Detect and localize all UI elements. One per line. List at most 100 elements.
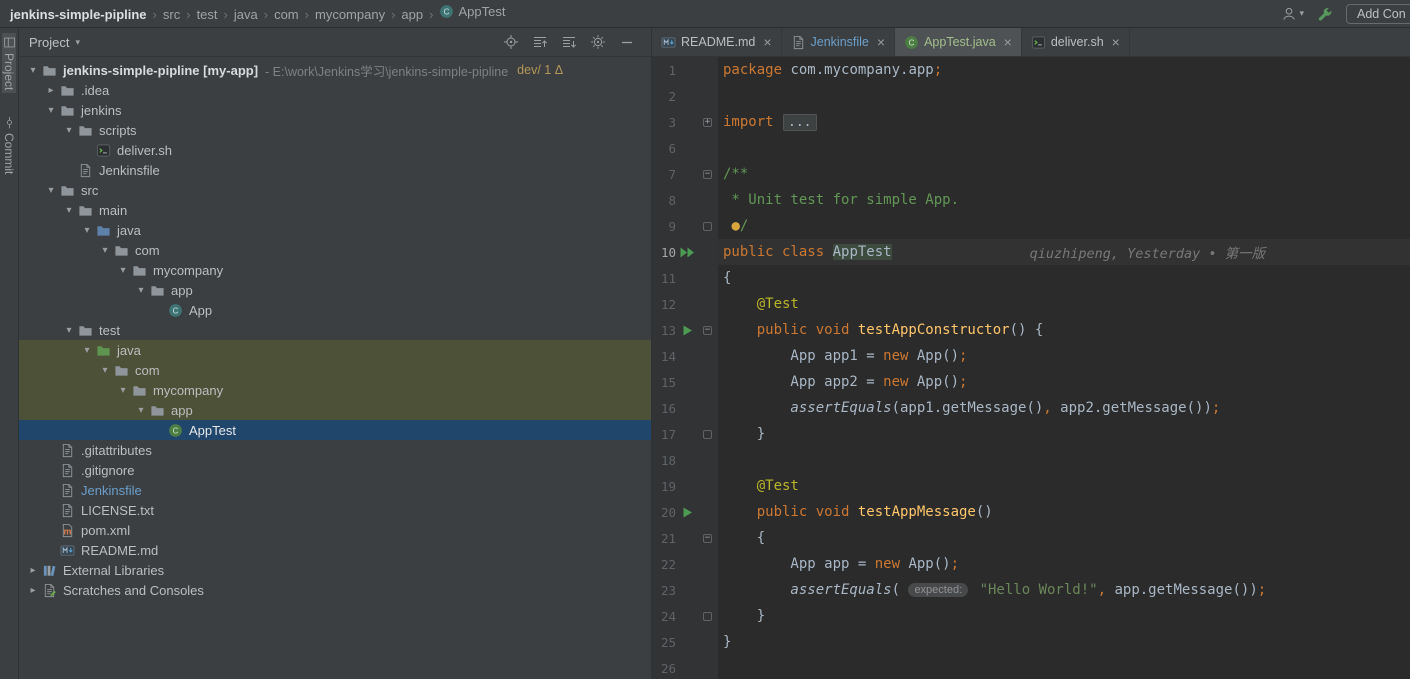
code-line-text[interactable] xyxy=(718,447,1410,473)
chevron-down-icon[interactable]: ▾ xyxy=(97,365,113,376)
tree-row[interactable]: ▸ .idea xyxy=(19,80,651,100)
tree-row[interactable]: ▾ com xyxy=(19,360,651,380)
minus-icon[interactable] xyxy=(619,34,635,50)
expandall-icon[interactable] xyxy=(532,34,548,50)
code-line-text[interactable]: import ... xyxy=(718,109,1410,135)
tree-row[interactable]: Jenkinsfile xyxy=(19,160,651,180)
tree-row[interactable]: m pom.xml xyxy=(19,520,651,540)
line-number[interactable]: 15 xyxy=(652,375,676,390)
folded-region[interactable]: ... xyxy=(783,113,817,131)
fold-plus-icon[interactable]: + xyxy=(699,117,716,127)
wrench-icon[interactable] xyxy=(1317,6,1333,22)
locate-icon[interactable] xyxy=(503,34,519,50)
line-number[interactable]: 20 xyxy=(652,505,676,520)
tree-row[interactable]: ▾ app xyxy=(19,400,651,420)
tree-row[interactable]: C App xyxy=(19,300,651,320)
fold-minus-icon[interactable]: − xyxy=(699,533,716,543)
tree-row[interactable]: ▾ app xyxy=(19,280,651,300)
chevron-down-icon[interactable]: ▾ xyxy=(97,245,113,256)
tree-row[interactable]: ▸ Scratches and Consoles xyxy=(19,580,651,600)
user-menu[interactable]: ▾ xyxy=(1281,6,1304,22)
fold-minus-icon[interactable]: − xyxy=(699,169,716,179)
chevron-down-icon[interactable]: ▾ xyxy=(133,405,149,416)
chevron-down-icon[interactable]: ▾ xyxy=(61,325,77,336)
editor-tab[interactable]: Jenkinsfile × xyxy=(782,28,896,56)
close-icon[interactable]: × xyxy=(1004,35,1012,49)
tree-row[interactable]: README.md xyxy=(19,540,651,560)
line-number[interactable]: 10 xyxy=(652,245,676,260)
code-line-text[interactable]: } xyxy=(718,603,1410,629)
chevron-right-icon[interactable]: ▸ xyxy=(43,85,59,96)
tree-row[interactable]: Jenkinsfile xyxy=(19,480,651,500)
line-number[interactable]: 25 xyxy=(652,635,676,650)
tree-row[interactable]: deliver.sh xyxy=(19,140,651,160)
code-line-text[interactable] xyxy=(718,135,1410,161)
tree-row[interactable]: ▾ java xyxy=(19,220,651,240)
close-icon[interactable]: × xyxy=(763,35,771,49)
line-number[interactable]: 9 xyxy=(652,219,676,234)
code-line-text[interactable]: ● / xyxy=(718,213,1410,239)
close-icon[interactable]: × xyxy=(877,35,885,49)
line-number[interactable]: 22 xyxy=(652,557,676,572)
tree-row[interactable]: ▾ jenkins-simple-pipline [my-app] - E:\wor… xyxy=(19,60,651,80)
chevron-down-icon[interactable]: ▾ xyxy=(79,345,95,356)
tree-row[interactable]: ▸ External Libraries xyxy=(19,560,651,580)
line-number[interactable]: 8 xyxy=(652,193,676,208)
tree-row[interactable]: ▾ com xyxy=(19,240,651,260)
line-number[interactable]: 7 xyxy=(652,167,676,182)
line-number[interactable]: 11 xyxy=(652,271,676,286)
code-line-text[interactable]: package com.mycompany.app; xyxy=(718,57,1410,83)
editor-tab[interactable]: README.md × xyxy=(652,28,782,56)
chevron-down-icon[interactable]: ▾ xyxy=(115,385,131,396)
chevron-down-icon[interactable]: ▾ xyxy=(115,265,131,276)
fold-end-icon[interactable] xyxy=(699,429,716,439)
line-number[interactable]: 21 xyxy=(652,531,676,546)
chevron-right-icon[interactable]: ▸ xyxy=(25,585,41,596)
line-number[interactable]: 26 xyxy=(652,661,676,676)
breadcrumb-item[interactable]: src xyxy=(163,7,180,22)
tree-row[interactable]: ▾ jenkins xyxy=(19,100,651,120)
code-line-text[interactable]: assertEquals( expected: "Hello World!", … xyxy=(718,577,1410,603)
breadcrumb-item[interactable]: C AppTest xyxy=(439,4,505,19)
tree-row[interactable]: LICENSE.txt xyxy=(19,500,651,520)
line-number[interactable]: 23 xyxy=(652,583,676,598)
editor-tab[interactable]: deliver.sh × xyxy=(1022,28,1130,56)
line-number[interactable]: 3 xyxy=(652,115,676,130)
code-line-text[interactable]: assertEquals (app1.getMessage(), app2.get… xyxy=(718,395,1410,421)
line-number[interactable]: 17 xyxy=(652,427,676,442)
breadcrumb-item[interactable]: jenkins-simple-pipline xyxy=(10,7,147,22)
code-line-text[interactable]: * Unit test for simple App. xyxy=(718,187,1410,213)
tool-button-project[interactable]: Project xyxy=(2,33,16,94)
line-number[interactable]: 16 xyxy=(652,401,676,416)
code-line-text[interactable]: App app = new App(); xyxy=(718,551,1410,577)
fold-minus-icon[interactable]: − xyxy=(699,325,716,335)
gear-icon[interactable] xyxy=(590,34,606,50)
tree-row[interactable]: .gitattributes xyxy=(19,440,651,460)
run-test-icon[interactable] xyxy=(676,325,699,336)
line-number[interactable]: 13 xyxy=(652,323,676,338)
code-line-text[interactable]: } xyxy=(718,421,1410,447)
chevron-down-icon[interactable]: ▾ xyxy=(43,105,59,116)
fold-end-icon[interactable] xyxy=(699,221,716,231)
code-line-text[interactable]: public void testAppMessage() xyxy=(718,499,1410,525)
chevron-down-icon[interactable]: ▾ xyxy=(25,65,41,76)
close-icon[interactable]: × xyxy=(1112,35,1120,49)
code-line-text[interactable]: public class AppTest qiuzhipeng, Yesterda… xyxy=(718,239,1410,265)
chevron-down-icon[interactable]: ▾ xyxy=(61,205,77,216)
tree-row[interactable]: C AppTest xyxy=(19,420,651,440)
run-test-icon[interactable] xyxy=(676,507,699,518)
code-line-text[interactable] xyxy=(718,655,1410,679)
code-line-text[interactable]: @Test xyxy=(718,473,1410,499)
code-line-text[interactable]: App app1 = new App(); xyxy=(718,343,1410,369)
code-line-text[interactable]: App app2 = new App(); xyxy=(718,369,1410,395)
tree-row[interactable]: ▾ main xyxy=(19,200,651,220)
collapseall-icon[interactable] xyxy=(561,34,577,50)
code-line-text[interactable]: @Test xyxy=(718,291,1410,317)
breadcrumb-item[interactable]: mycompany xyxy=(315,7,385,22)
code-line-text[interactable]: { xyxy=(718,265,1410,291)
line-number[interactable]: 24 xyxy=(652,609,676,624)
chevron-down-icon[interactable]: ▾ xyxy=(133,285,149,296)
tool-button-commit[interactable]: Commit xyxy=(2,113,16,177)
breadcrumb-item[interactable]: test xyxy=(197,7,218,22)
chevron-down-icon[interactable]: ▾ xyxy=(79,225,95,236)
